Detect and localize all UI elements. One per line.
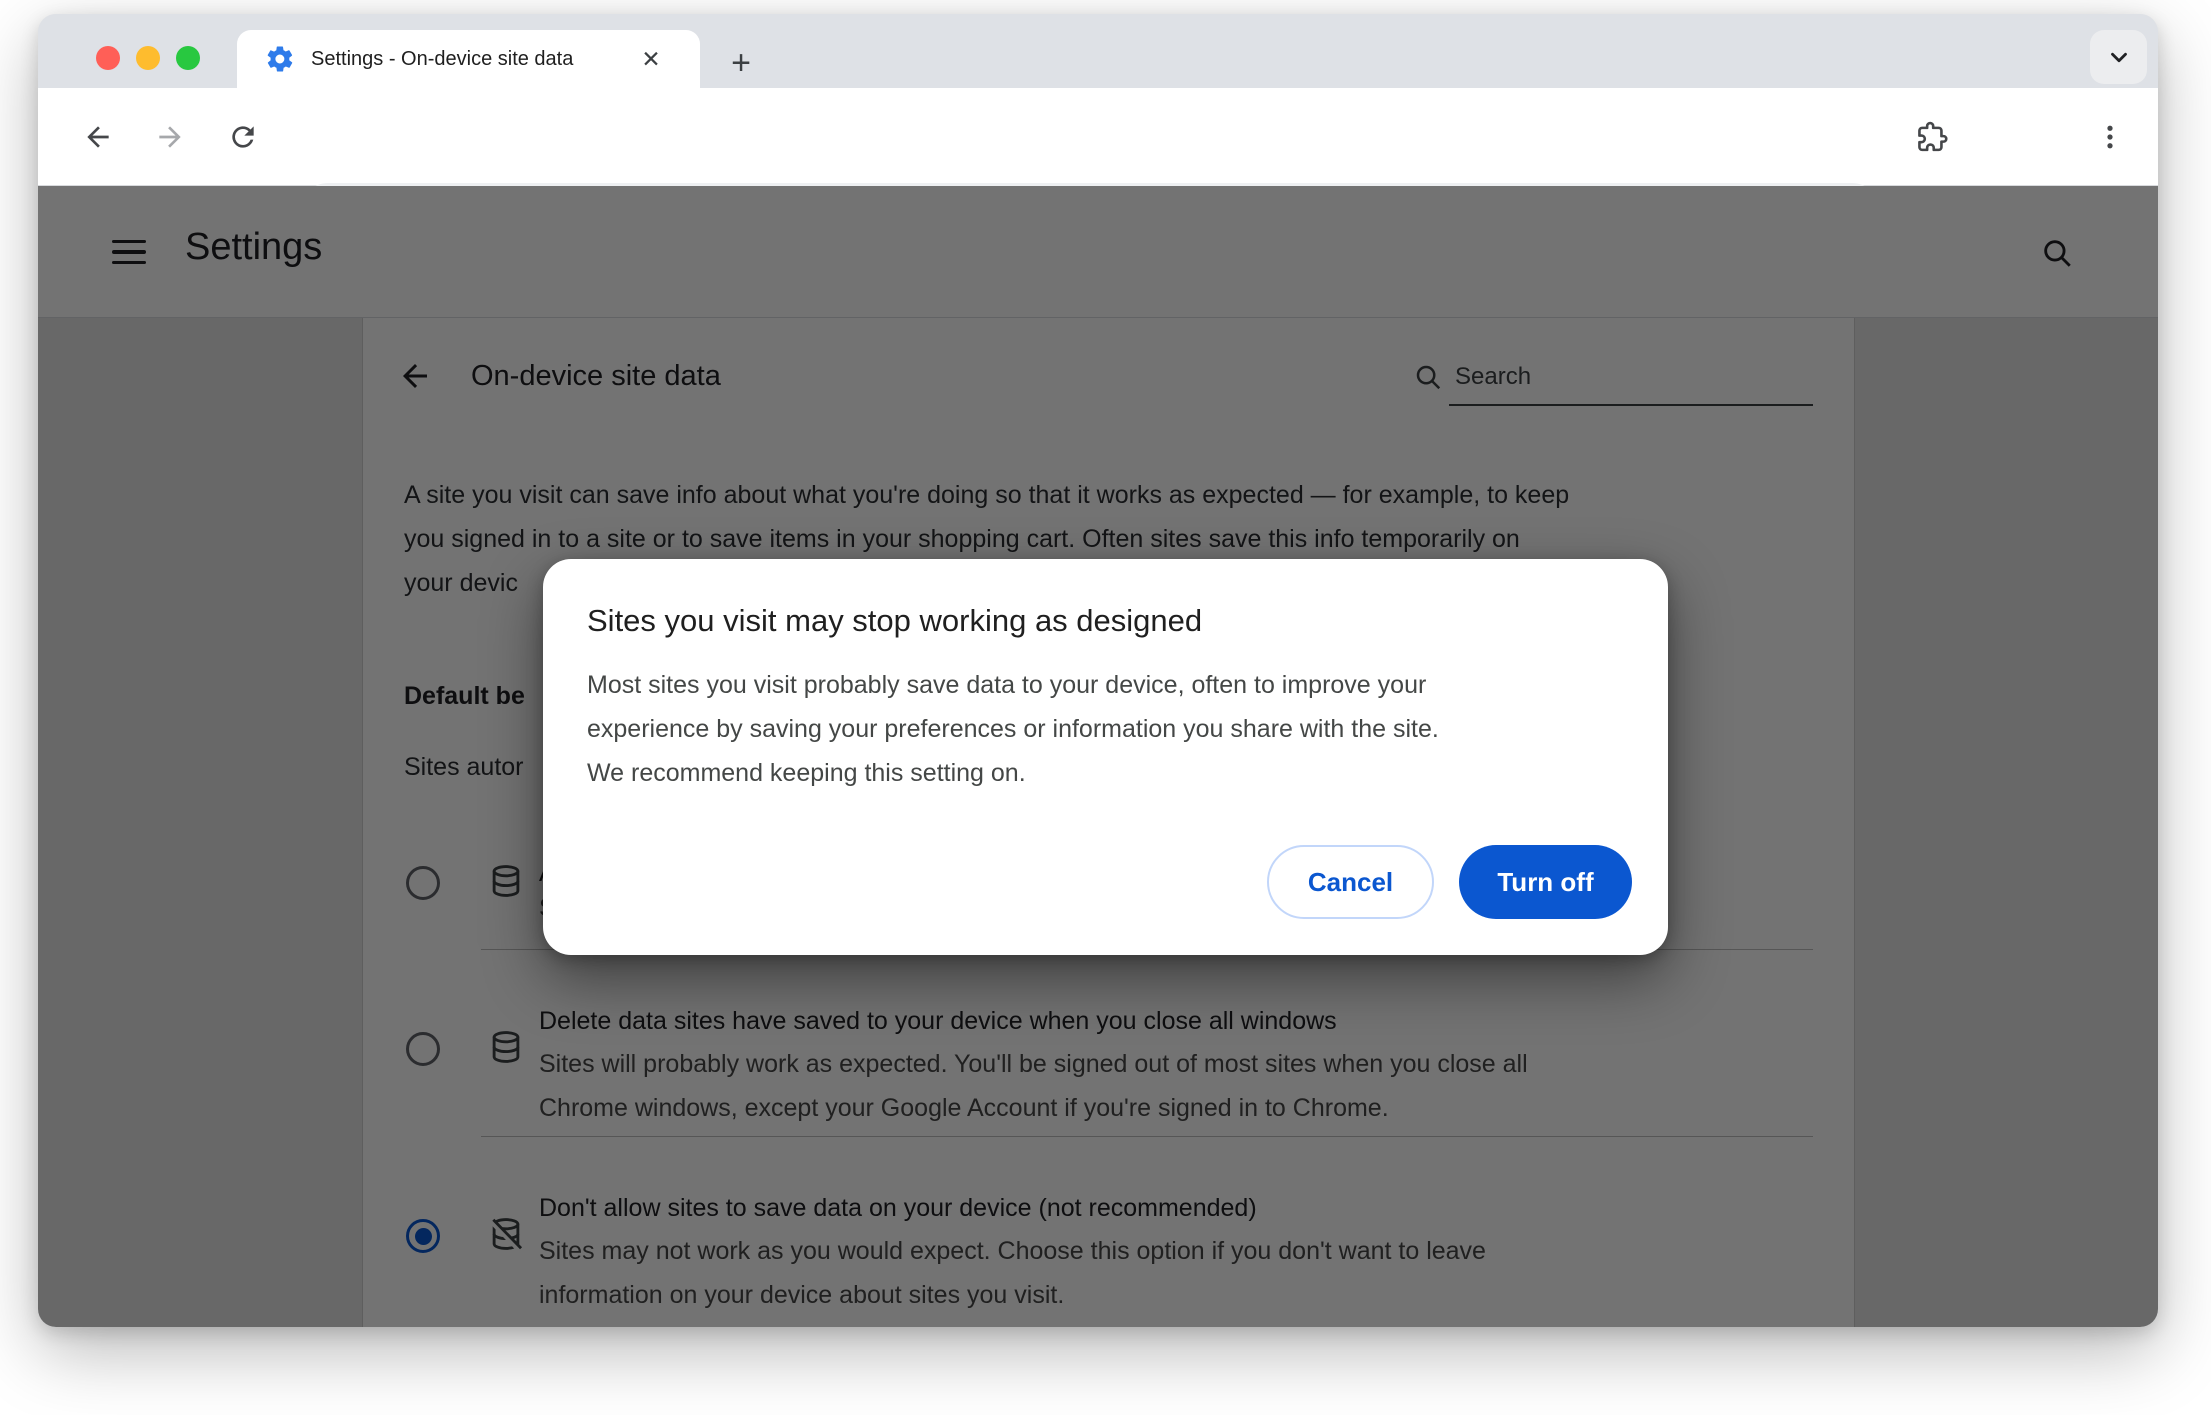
back-button[interactable] — [70, 88, 126, 186]
extensions-puzzle-icon — [1917, 121, 1947, 151]
tab-title: Settings - On-device site data — [311, 47, 629, 71]
chevron-down-icon — [2110, 52, 2127, 63]
confirmation-dialog: Sites you visit may stop working as desi… — [543, 559, 1668, 955]
dialog-title: Sites you visit may stop working as desi… — [587, 603, 1203, 638]
settings-gear-favicon-icon — [267, 46, 293, 72]
three-dot-menu-icon — [2107, 125, 2113, 149]
dialog-body-line: Most sites you visit probably save data … — [587, 671, 1427, 699]
traffic-light-minimize-button[interactable] — [136, 46, 160, 70]
reload-icon — [232, 126, 254, 148]
browser-window: Settings - On-device site data ✕ + Sites… — [38, 14, 2158, 1327]
back-icon — [87, 126, 109, 148]
reload-button[interactable] — [215, 88, 271, 186]
tab-close-icon[interactable]: ✕ — [631, 39, 671, 79]
traffic-light-close-button[interactable] — [96, 46, 120, 70]
tab-settings[interactable]: Settings - On-device site data ✕ — [237, 30, 700, 88]
dialog-body-line: experience by saving your preferences or… — [587, 715, 1439, 743]
new-tab-button[interactable]: + — [720, 42, 762, 84]
forward-button[interactable] — [142, 88, 198, 186]
cancel-button[interactable]: Cancel — [1267, 845, 1434, 919]
traffic-light-zoom-button[interactable] — [176, 46, 200, 70]
tab-search-button[interactable] — [2090, 30, 2147, 84]
extensions-button[interactable] — [1904, 88, 1960, 186]
forward-icon — [159, 126, 181, 148]
browser-toolbar: Chrome chrome://settings/content/siteDat… — [38, 88, 2158, 239]
tab-strip: Settings - On-device site data ✕ + — [38, 14, 2158, 88]
turn-off-button[interactable]: Turn off — [1459, 845, 1632, 919]
dialog-body-line: We recommend keeping this setting on. — [587, 759, 1026, 787]
browser-menu-button[interactable] — [2082, 88, 2138, 186]
